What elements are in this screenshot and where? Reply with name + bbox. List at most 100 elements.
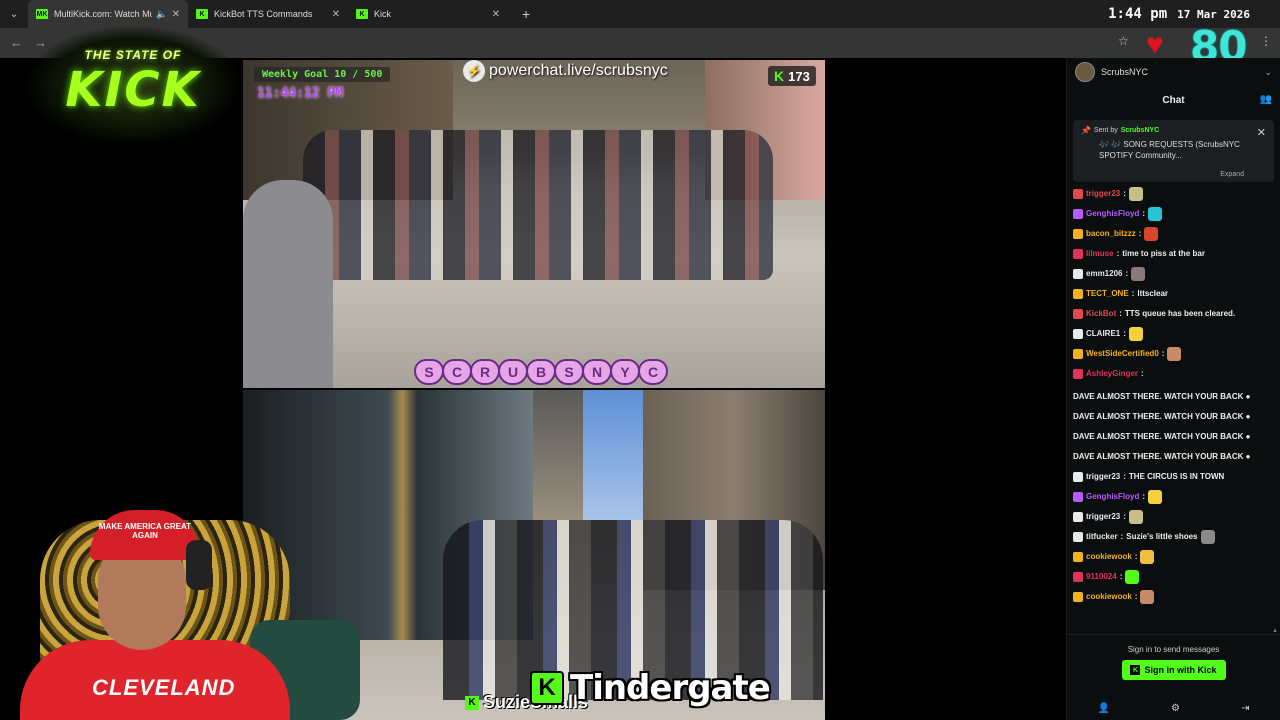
chat-username[interactable]: GenghisFloyd bbox=[1086, 487, 1139, 507]
heart-letter: S bbox=[414, 359, 444, 385]
system-clock: 1:44 pm 17 Mar 2026 bbox=[1108, 6, 1250, 22]
chat-channel-header[interactable]: ScrubsNYC ⌄ bbox=[1067, 58, 1280, 86]
pinned-sent-by: 📌 Sent by ScrubsNYC bbox=[1081, 126, 1266, 135]
chat-message: GenghisFloyd: bbox=[1073, 487, 1274, 507]
emote-icon bbox=[1144, 227, 1159, 241]
emote-icon bbox=[1128, 510, 1143, 524]
kick-logo-icon: K bbox=[465, 695, 479, 710]
chat-username[interactable]: 9110024 bbox=[1086, 567, 1117, 587]
close-icon[interactable]: ✕ bbox=[1257, 126, 1266, 139]
emote-icon bbox=[1148, 490, 1163, 504]
chat-username[interactable]: CLAIRE1 bbox=[1086, 324, 1120, 344]
channel-name: ScrubsNYC bbox=[1101, 67, 1149, 77]
chat-username[interactable]: TECT_ONE bbox=[1086, 284, 1129, 304]
heart-letter: S bbox=[554, 359, 584, 385]
chat-colon: : bbox=[1134, 592, 1138, 601]
emote-icon bbox=[1128, 187, 1143, 201]
user-badge-icon bbox=[1073, 309, 1083, 319]
user-badge-icon bbox=[1073, 512, 1083, 522]
clock-time: 1:44 pm bbox=[1108, 6, 1168, 22]
add-user-icon[interactable]: 👤 bbox=[1098, 703, 1110, 714]
chevron-down-icon[interactable]: ⌄ bbox=[1264, 67, 1272, 78]
chat-colon: : bbox=[1120, 532, 1124, 541]
heart-letter: N bbox=[582, 359, 612, 385]
chat-footer: Sign in to send messages K Sign in with … bbox=[1067, 634, 1280, 720]
chat-username[interactable]: bacon_bitzzz bbox=[1086, 224, 1136, 244]
pinned-sender: ScrubsNYC bbox=[1120, 127, 1160, 134]
chat-username[interactable]: cookiewook bbox=[1086, 547, 1132, 567]
user-badge-icon bbox=[1073, 189, 1083, 199]
chat-username[interactable]: KickBot bbox=[1086, 304, 1116, 324]
chat-message: CLAIRE1: bbox=[1073, 324, 1274, 344]
chat-message: WestSideCertified0: bbox=[1073, 344, 1274, 364]
heart-icon: ♥ bbox=[1146, 28, 1164, 61]
speaker-icon[interactable]: 🔈 bbox=[156, 9, 167, 20]
heart-letter: Y bbox=[610, 359, 640, 385]
browser-menu-icon[interactable]: ⋮ bbox=[1260, 34, 1272, 48]
chat-username[interactable]: AshleyGinger bbox=[1086, 364, 1138, 384]
chat-message-text: TTS queue has been cleared. bbox=[1124, 309, 1236, 318]
streamer-webcam: MAKE AMERICA GREAT AGAIN CLEVELAND bbox=[0, 500, 430, 720]
tab-multikick[interactable]: MK MultiKick.com: Watch Multi 🔈 ✕ bbox=[28, 0, 188, 28]
kick-favicon-icon: K bbox=[356, 9, 368, 19]
chat-colon: : bbox=[1125, 269, 1129, 278]
user-badge-icon bbox=[1073, 592, 1083, 602]
chat-username[interactable]: trigger23 bbox=[1086, 184, 1120, 204]
emote-icon bbox=[1128, 327, 1143, 341]
viewer-count-badge: K 173 bbox=[768, 66, 816, 86]
close-tab-icon[interactable]: ✕ bbox=[172, 9, 180, 20]
scrubsnyc-hearts: S C R U B S N Y C bbox=[414, 359, 668, 385]
logo-kick-text: KICK bbox=[65, 62, 201, 118]
user-badge-icon bbox=[1073, 532, 1083, 542]
state-of-kick-logo: THE STATE OF KICK bbox=[26, 26, 240, 144]
tab-kickbot[interactable]: K KickBot TTS Commands ✕ bbox=[188, 0, 348, 28]
back-arrow-icon[interactable]: ← bbox=[10, 35, 23, 50]
user-badge-icon bbox=[1073, 492, 1083, 502]
chat-message: trigger23: bbox=[1073, 507, 1274, 527]
expand-button[interactable]: Expand bbox=[1220, 171, 1244, 178]
chat-colon: : bbox=[1123, 329, 1126, 338]
chat-username[interactable]: cookiewook bbox=[1086, 587, 1132, 607]
heart-letter: R bbox=[470, 359, 500, 385]
chat-colon: : bbox=[1123, 512, 1126, 521]
chat-message-text: lttsclear bbox=[1137, 289, 1169, 298]
chat-username[interactable]: emm1206 bbox=[1086, 264, 1122, 284]
chat-username[interactable]: trigger23 bbox=[1086, 467, 1120, 487]
tab-search-chevron-icon[interactable]: ⌄ bbox=[0, 0, 28, 28]
new-tab-button[interactable]: + bbox=[522, 6, 530, 22]
webcam-hat: MAKE AMERICA GREAT AGAIN bbox=[90, 510, 200, 560]
chat-title: Chat bbox=[1162, 94, 1185, 106]
emote-icon bbox=[1167, 347, 1182, 361]
chat-username[interactable]: WestSideCertified0 bbox=[1086, 344, 1159, 364]
heart-letter: C bbox=[442, 359, 472, 385]
chat-username[interactable]: titfucker bbox=[1086, 527, 1118, 547]
chat-message: AshleyGinger: DAVE ALMOST THERE. WATCH YO… bbox=[1073, 364, 1274, 467]
chat-message: trigger23: THE CIRCUS IS IN TOWN bbox=[1073, 467, 1274, 487]
users-icon[interactable]: 👥 bbox=[1260, 94, 1272, 105]
sign-in-button[interactable]: K Sign in with Kick bbox=[1121, 660, 1226, 680]
caption-big-text: Tindergate bbox=[570, 668, 771, 708]
chat-username[interactable]: GenghisFloyd bbox=[1086, 204, 1139, 224]
close-tab-icon[interactable]: ✕ bbox=[492, 9, 500, 20]
bookmark-star-icon[interactable]: ☆ bbox=[1118, 34, 1129, 48]
chat-message: 9110024: bbox=[1073, 567, 1274, 587]
chat-username[interactable]: lilmuse bbox=[1086, 244, 1114, 264]
stream-video-top[interactable] bbox=[243, 60, 825, 388]
close-tab-icon[interactable]: ✕ bbox=[332, 9, 340, 20]
chat-colon: : bbox=[1142, 209, 1146, 218]
tab-kick[interactable]: K Kick ✕ bbox=[348, 0, 508, 28]
chat-username[interactable]: trigger23 bbox=[1086, 507, 1120, 527]
tab-title: Kick bbox=[374, 9, 392, 19]
sign-in-button-label: Sign in with Kick bbox=[1144, 665, 1217, 675]
emote-icon bbox=[1200, 530, 1215, 544]
chat-panel: ScrubsNYC ⌄ Chat 👥 📌 Sent by ScrubsNYC 🎶… bbox=[1066, 58, 1280, 720]
exit-icon[interactable]: ⇥ bbox=[1241, 703, 1249, 714]
tab-title: MultiKick.com: Watch Multi bbox=[54, 9, 153, 19]
pinned-message: 📌 Sent by ScrubsNYC 🎶 🎶 SONG REQUESTS (S… bbox=[1073, 120, 1274, 182]
sent-by-label: Sent by bbox=[1093, 127, 1118, 134]
channel-avatar bbox=[1075, 62, 1095, 82]
video-crowd bbox=[303, 130, 773, 280]
gear-icon[interactable]: ⚙ bbox=[1171, 703, 1180, 714]
chat-colon: : bbox=[1119, 572, 1123, 581]
clock-date: 17 Mar 2026 bbox=[1177, 8, 1250, 21]
